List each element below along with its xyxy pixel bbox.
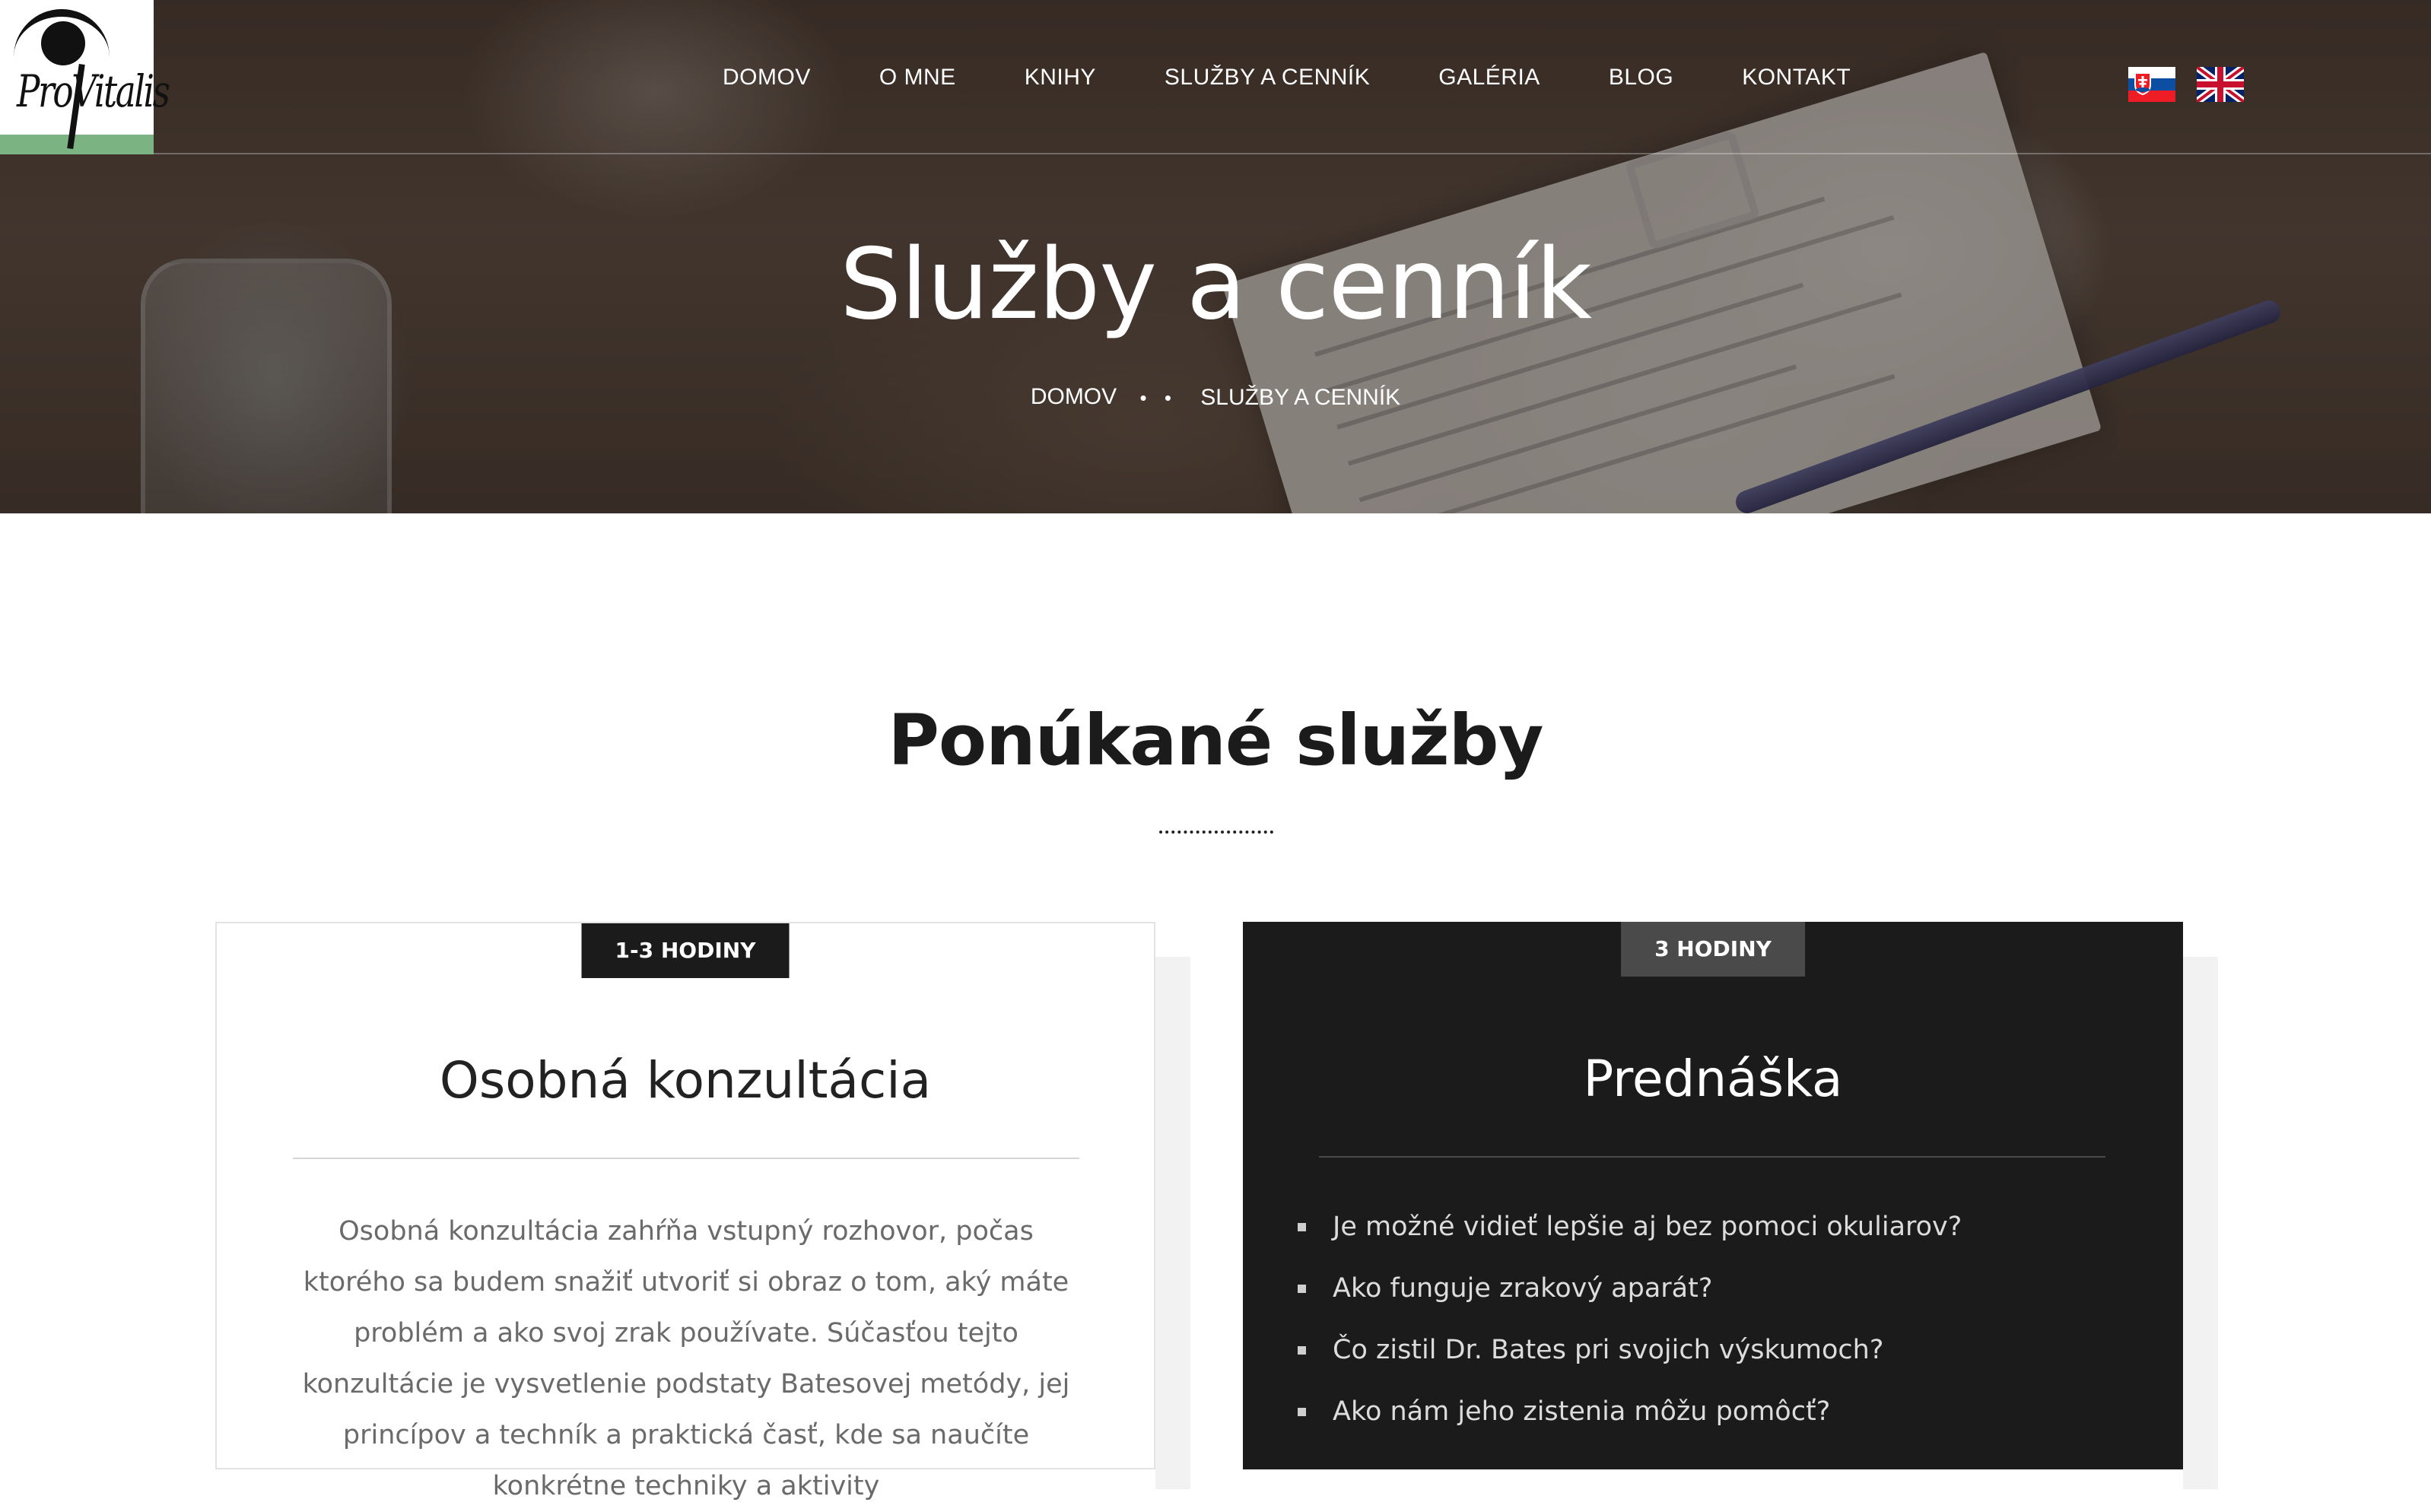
slovak-flag-icon[interactable] [2128,67,2175,102]
nav-item-knihy[interactable]: KNIHY [1025,61,1096,94]
card-description: Osobná konzultácia zahŕňa vstupný rozhov… [302,1216,1070,1501]
hero-banner: ProVitalis DOMOV O MNE KNIHY SLUŽBY A CE… [0,0,2431,513]
card-title: Osobná konzultácia [439,1051,932,1110]
breadcrumb-home-link[interactable]: DOMOV [1031,384,1117,409]
uk-flag-icon[interactable] [2197,67,2244,102]
list-item: Čo zistil Dr. Bates pri svojich výskumoc… [1293,1325,1962,1387]
breadcrumb-separator: • • [1139,386,1177,409]
nav-item-o-mne[interactable]: O MNE [879,61,956,94]
list-item: Ako funguje zrakový aparát? [1293,1263,1962,1325]
nav-item-domov[interactable]: DOMOV [723,61,811,94]
duration-badge: 1-3 HODINY [581,923,790,978]
main-menu: DOMOV O MNE KNIHY SLUŽBY A CENNÍK GALÉRI… [723,61,1851,94]
nav-item-galeria[interactable]: GALÉRIA [1438,61,1540,94]
duration-badge: 3 HODINY [1621,922,1805,977]
section-title: Ponúkané služby [888,700,1544,781]
lecture-topic-list: Je možné vidieť lepšie aj bez pomoci oku… [1293,1202,1962,1448]
nav-item-kontakt[interactable]: KONTAKT [1742,61,1851,94]
list-item: Ako nám jeho zistenia môžu pomôcť? [1293,1387,1962,1448]
title-divider [1159,831,1273,834]
page-title: Služby a cenník [840,228,1592,341]
nav-item-sluzby-a-cennik[interactable]: SLUŽBY A CENNÍK [1165,61,1370,94]
card-divider [293,1158,1079,1159]
site-logo[interactable]: ProVitalis [0,0,170,154]
top-navigation-bar: ProVitalis DOMOV O MNE KNIHY SLUŽBY A CE… [0,0,2431,154]
square-bullet-icon [1298,1223,1306,1231]
square-bullet-icon [1298,1285,1306,1293]
square-bullet-icon [1298,1408,1306,1416]
logo-text: ProVitalis [17,65,170,117]
service-card-consultation: 1-3 HODINY Osobná konzultácia Osobná kon… [215,922,1155,1501]
card-title: Prednáška [1583,1050,1843,1108]
card-divider [1319,1156,2105,1158]
breadcrumb-current: SLUŽBY A CENNÍK [1200,385,1401,411]
square-bullet-icon [1298,1346,1306,1355]
nav-item-blog[interactable]: BLOG [1609,61,1673,94]
breadcrumb: DOMOV • • SLUŽBY A CENNÍK [0,384,2431,411]
list-item: Je možné vidieť lepšie aj bez pomoci oku… [1293,1202,1962,1263]
